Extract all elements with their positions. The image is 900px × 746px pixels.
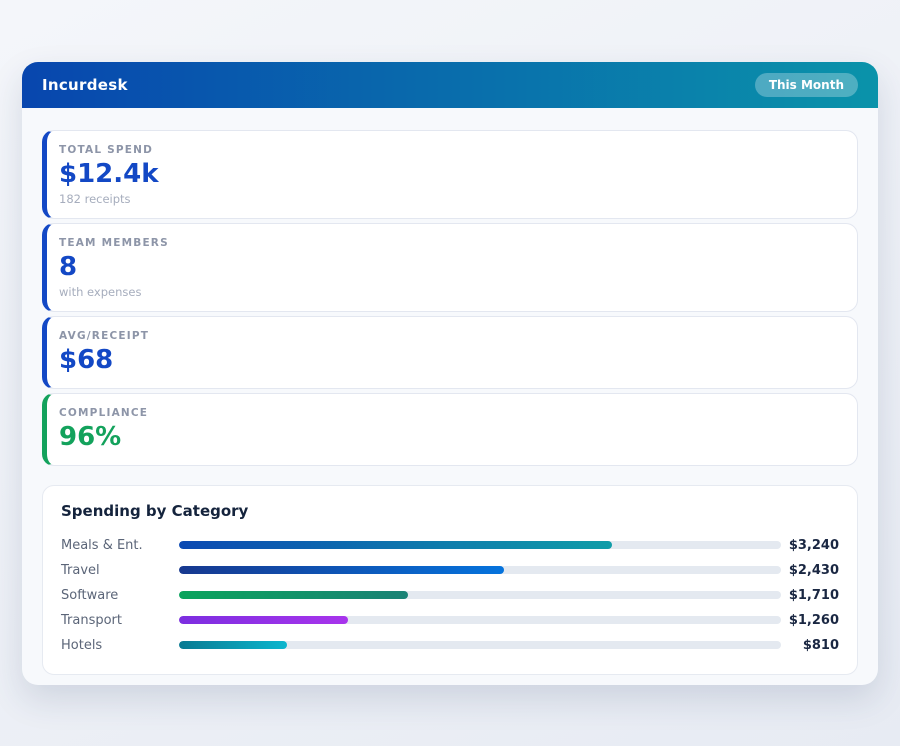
app-title: Incurdesk xyxy=(42,76,128,94)
stat-card: TEAM MEMBERS 8 with expenses xyxy=(42,223,858,312)
incurdesk-app-window: Incurdesk This Month TOTAL SPEND $12.4k … xyxy=(22,62,878,685)
stat-value: $68 xyxy=(59,346,841,376)
bar-row: Meals & Ent. $3,240 xyxy=(61,533,839,558)
stat-subtext: 182 receipts xyxy=(59,192,841,206)
category-label: Transport xyxy=(61,613,179,628)
bar-fill xyxy=(179,641,287,649)
stat-label: COMPLIANCE xyxy=(59,407,841,419)
stat-label: TEAM MEMBERS xyxy=(59,237,841,249)
bar-track xyxy=(179,616,781,624)
period-badge[interactable]: This Month xyxy=(755,73,858,97)
bar-row: Hotels $810 xyxy=(61,633,839,658)
stat-value: $12.4k xyxy=(59,160,841,190)
category-amount: $2,430 xyxy=(781,563,839,578)
stat-label: AVG/RECEIPT xyxy=(59,330,841,342)
stat-card-list: TOTAL SPEND $12.4k 182 receipts TEAM MEM… xyxy=(42,130,858,466)
category-label: Software xyxy=(61,588,179,603)
category-label: Hotels xyxy=(61,638,179,653)
stat-card: TOTAL SPEND $12.4k 182 receipts xyxy=(42,130,858,219)
category-label: Meals & Ent. xyxy=(61,538,179,553)
bar-fill xyxy=(179,541,612,549)
category-amount: $810 xyxy=(781,638,839,653)
stat-label: TOTAL SPEND xyxy=(59,144,841,156)
stat-value: 8 xyxy=(59,253,841,283)
bar-fill xyxy=(179,566,504,574)
bar-track xyxy=(179,591,781,599)
bar-fill xyxy=(179,616,348,624)
stat-value: 96% xyxy=(59,423,841,453)
category-amount: $1,710 xyxy=(781,588,839,603)
bar-row: Travel $2,430 xyxy=(61,558,839,583)
category-amount: $1,260 xyxy=(781,613,839,628)
stat-card: COMPLIANCE 96% xyxy=(42,393,858,466)
bar-track xyxy=(179,541,781,549)
bar-track xyxy=(179,641,781,649)
app-header: Incurdesk This Month xyxy=(22,62,878,108)
bar-track xyxy=(179,566,781,574)
bar-fill xyxy=(179,591,408,599)
spending-by-category-card: Spending by Category Meals & Ent. $3,240… xyxy=(42,485,858,675)
chart-title: Spending by Category xyxy=(61,502,839,520)
stat-subtext: with expenses xyxy=(59,285,841,299)
bar-chart: Meals & Ent. $3,240 Travel $2,430 Softwa… xyxy=(61,533,839,658)
dashboard-content: TOTAL SPEND $12.4k 182 receipts TEAM MEM… xyxy=(22,108,878,675)
bar-row: Software $1,710 xyxy=(61,583,839,608)
category-label: Travel xyxy=(61,563,179,578)
bar-row: Transport $1,260 xyxy=(61,608,839,633)
category-amount: $3,240 xyxy=(781,538,839,553)
stat-card: AVG/RECEIPT $68 xyxy=(42,316,858,389)
